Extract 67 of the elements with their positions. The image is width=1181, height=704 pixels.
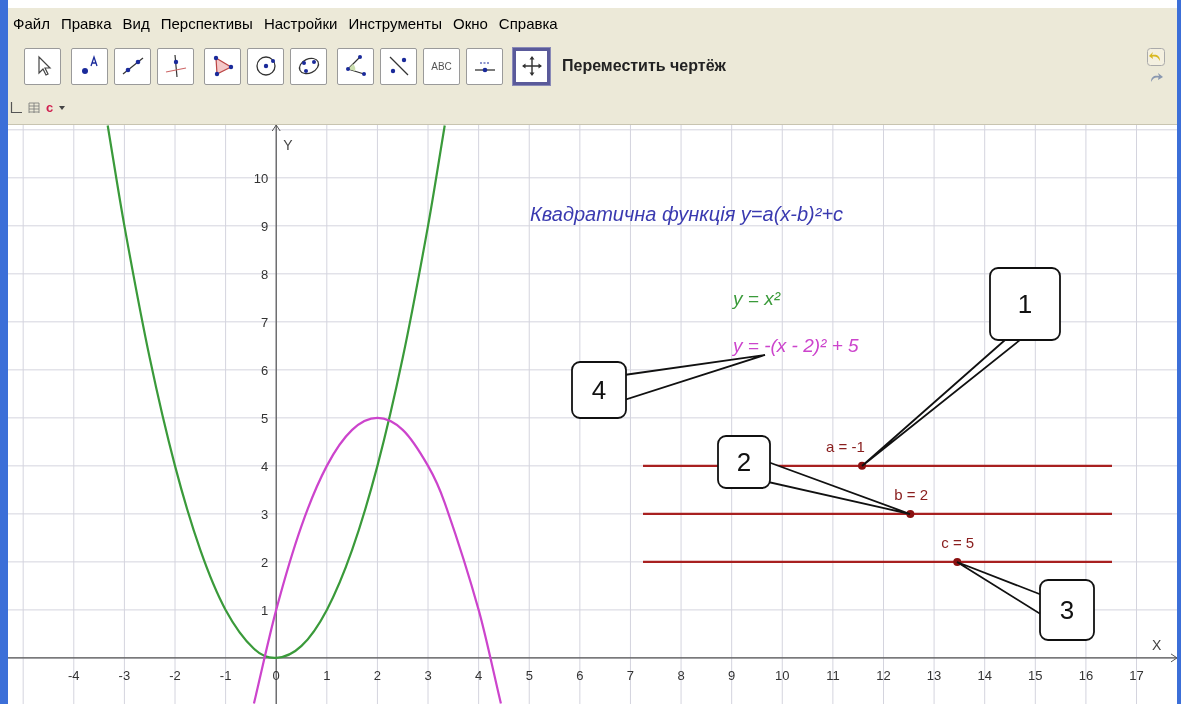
tick-label: 2 (261, 554, 269, 570)
tick-label: 6 (576, 667, 584, 683)
tick-label: 17 (1129, 667, 1144, 683)
menu-item[interactable]: Файл (12, 12, 51, 36)
label-style-button[interactable]: c (46, 98, 54, 118)
tick-label: -3 (118, 667, 131, 683)
tick-label: 4 (261, 458, 269, 474)
menu-item[interactable]: Настройки (262, 12, 339, 36)
circle-icon (253, 54, 278, 78)
tick-label: 13 (926, 667, 942, 683)
tick-label: 9 (728, 667, 736, 683)
tick-label: 10 (253, 170, 269, 186)
slider-label: a = -1 (826, 437, 865, 455)
tick-label: 5 (525, 667, 533, 683)
tick-label: -2 (169, 667, 181, 683)
menu-item[interactable]: Окно (451, 12, 489, 36)
tick-label: 6 (261, 362, 269, 378)
tick-label: 8 (261, 266, 269, 282)
tool-button[interactable] (204, 47, 241, 85)
tick-label: 12 (876, 667, 891, 683)
tick-label: 2 (373, 667, 382, 683)
tool-button[interactable] (71, 47, 108, 85)
axes-icon[interactable] (10, 102, 22, 114)
function-formula: y = -(x - 2)² + 5 (733, 335, 859, 356)
menu-item[interactable]: Справка (497, 12, 559, 36)
function-curve[interactable] (106, 125, 446, 659)
tick-label: 16 (1078, 667, 1094, 683)
tool-button[interactable] (513, 47, 550, 85)
slider-label: b = 2 (894, 485, 929, 503)
tick-label: 10 (775, 667, 790, 683)
tick-label: -1 (219, 667, 232, 683)
menu-item[interactable]: Перспективы (159, 12, 254, 36)
tool-name: Переместить чертёж (562, 56, 726, 76)
tick-label: 14 (977, 667, 992, 683)
slider-label: c = 5 (941, 533, 975, 551)
angle-icon (343, 54, 368, 78)
menu-item[interactable]: Вид (121, 12, 151, 36)
callout: 3 (956, 561, 1095, 641)
tick-label: 11 (826, 667, 840, 683)
tool-button[interactable] (337, 47, 374, 85)
tick-label: -4 (68, 667, 80, 683)
tick-label: 15 (1028, 667, 1043, 683)
tick-label: 8 (677, 667, 685, 683)
tool-button[interactable] (247, 47, 284, 85)
tick-label: 4 (475, 667, 483, 683)
axis-label: X (1152, 637, 1162, 653)
tool-button[interactable] (290, 47, 327, 85)
graph-title: Квадратична функція y=a(x-b)²+c (530, 203, 844, 225)
function-curve[interactable] (252, 416, 502, 704)
tick-label: 1 (261, 602, 269, 618)
text-tool-button[interactable]: ABC (423, 47, 460, 85)
function-formula: y = x² (733, 288, 780, 309)
axis-label: Y (283, 137, 293, 153)
tick-label: 3 (424, 667, 432, 683)
menu-item[interactable]: Правка (59, 12, 113, 36)
menu-item[interactable]: Инструменты (347, 12, 443, 36)
tick-label: 3 (261, 506, 269, 522)
tick-label: 9 (261, 218, 269, 234)
tool-button[interactable] (24, 47, 61, 85)
tool-button[interactable] (114, 47, 151, 85)
tick-label: 1 (323, 667, 331, 683)
tick-label: 7 (626, 667, 635, 683)
tool-button[interactable] (380, 47, 417, 85)
perpendicular-lines-icon (163, 54, 188, 78)
tick-label: 7 (261, 314, 269, 330)
caret-icon[interactable] (59, 105, 66, 111)
tick-label: 5 (261, 410, 269, 426)
